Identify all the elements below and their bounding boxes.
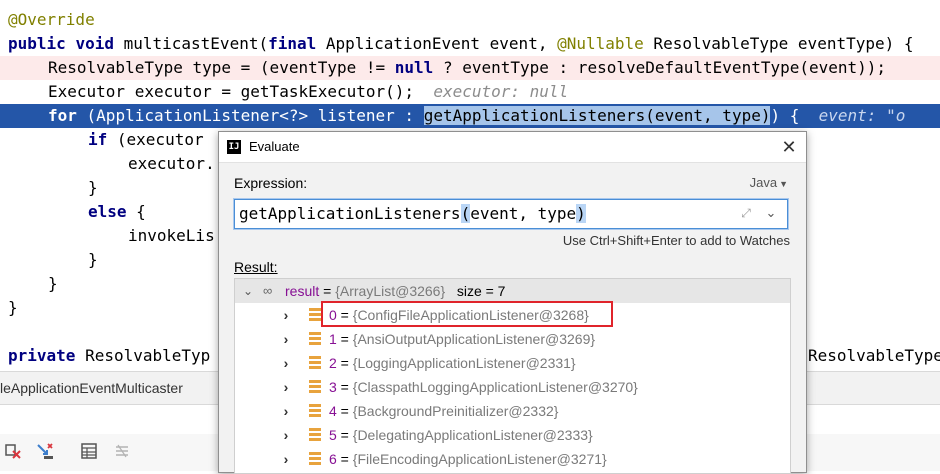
code-line-9: else { [88, 202, 146, 221]
table-icon[interactable] [80, 442, 98, 460]
chevron-right-icon[interactable]: › [279, 303, 293, 327]
result-value: {ArrayList@3266} [335, 283, 446, 299]
result-root-row[interactable]: ⌄ ∞ result = {ArrayList@3266} size = 7 [235, 279, 790, 303]
code-line-8: } [88, 178, 98, 197]
field-icon [309, 404, 321, 418]
code-line-11: } [88, 250, 98, 269]
result-name: result [285, 283, 320, 299]
history-dropdown-icon[interactable]: ⌄ [763, 204, 779, 222]
field-icon [309, 308, 321, 322]
list-item[interactable]: › 5 = {DelegatingApplicationListener@233… [235, 423, 790, 447]
code-line-4: Executor executor = getTaskExecutor(); e… [48, 82, 569, 101]
highlight-box [321, 301, 613, 327]
code-line-7: executor. [128, 154, 215, 173]
field-icon [309, 332, 321, 346]
stack-icon[interactable] [113, 442, 131, 460]
drop-frame-icon[interactable] [4, 442, 22, 460]
chevron-right-icon[interactable]: › [279, 423, 293, 447]
field-icon [309, 356, 321, 370]
evaluate-dialog[interactable]: IJ Evaluate ✕ Expression: Java ▼ getAppli… [218, 131, 807, 474]
code-line-2: public void multicastEvent(final Applica… [8, 34, 914, 53]
code-line-13: } [8, 298, 18, 317]
list-item[interactable]: › 3 = {ClasspathLoggingApplicationListen… [235, 375, 790, 399]
chevron-right-icon[interactable]: › [279, 447, 293, 471]
list-item[interactable]: › 1 = {AnsiOutputApplicationListener@326… [235, 327, 790, 351]
close-icon[interactable]: ✕ [778, 136, 800, 158]
code-line-3: ResolvableType type = (eventType != null… [48, 58, 887, 77]
expand-icon[interactable]: ⤢ [739, 206, 753, 220]
language-label: Java [749, 175, 778, 190]
force-step-icon[interactable] [36, 442, 54, 460]
expression-text[interactable]: getApplicationListeners(event, type) [239, 200, 586, 228]
code-line-12: } [48, 274, 58, 293]
code-line-14: private ResolvableTyp [8, 346, 211, 365]
code-line-6: if (executor [88, 130, 204, 149]
field-icon [309, 428, 321, 442]
chevron-right-icon[interactable]: › [279, 327, 293, 351]
code-line-5: for (ApplicationListener<?> listener : g… [48, 106, 906, 125]
file-name-label: leApplicationEventMulticaster [0, 380, 183, 396]
dialog-title: Evaluate [249, 139, 300, 154]
watch-icon: ∞ [263, 283, 273, 298]
inline-hint-executor: executor: null [433, 82, 569, 101]
expression-label: Expression: [234, 175, 308, 191]
result-label: Result: [234, 259, 278, 275]
intellij-app-icon: IJ [227, 140, 241, 154]
list-item[interactable]: › 2 = {LoggingApplicationListener@2331} [235, 351, 790, 375]
code-line-14-tail: ResolvableType [808, 346, 940, 365]
chevron-right-icon[interactable]: › [279, 399, 293, 423]
chevron-right-icon[interactable]: › [279, 375, 293, 399]
list-item[interactable]: › 4 = {BackgroundPreinitializer@2332} [235, 399, 790, 423]
result-tree[interactable]: ⌄ ∞ result = {ArrayList@3266} size = 7 ›… [234, 278, 791, 474]
watches-hint: Use Ctrl+Shift+Enter to add to Watches [562, 233, 790, 248]
result-size: size = 7 [456, 283, 506, 299]
expanded-arrow-icon[interactable]: ⌄ [241, 279, 255, 303]
chevron-down-icon: ▼ [779, 179, 788, 189]
code-line-1: @Override [8, 10, 95, 29]
field-icon [309, 380, 321, 394]
language-selector[interactable]: Java ▼ [750, 175, 788, 190]
chevron-right-icon[interactable]: › [279, 351, 293, 375]
code-line-10: invokeLis [128, 226, 215, 245]
list-item[interactable]: › 6 = {FileEncodingApplicationListener@3… [235, 447, 790, 471]
field-icon [309, 452, 321, 466]
dialog-titlebar[interactable]: IJ Evaluate ✕ [219, 132, 806, 163]
expression-input[interactable]: getApplicationListeners(event, type) ⤢ ⌄ [234, 199, 788, 229]
inline-hint-event: event: "o [818, 106, 906, 125]
